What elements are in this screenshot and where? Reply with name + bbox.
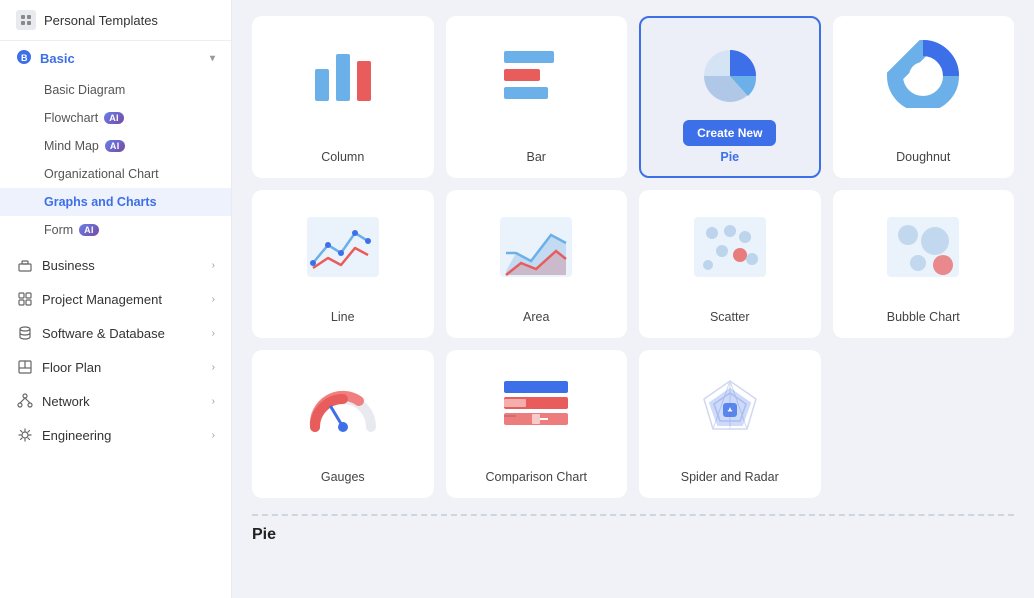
basic-diagram-label: Basic Diagram — [44, 83, 125, 97]
sidebar-item-engineering[interactable]: Engineering › — [0, 418, 231, 452]
chart-card-scatter[interactable]: Scatter — [639, 190, 821, 338]
chart-card-comparison[interactable]: Comparison Chart — [446, 350, 628, 498]
area-label: Area — [523, 310, 549, 324]
org-chart-label: Organizational Chart — [44, 167, 159, 181]
sidebar-item-business[interactable]: Business › — [0, 248, 231, 282]
gauges-label: Gauges — [321, 470, 365, 484]
software-chevron-icon: › — [212, 328, 215, 339]
project-management-label: Project Management — [42, 292, 162, 307]
basic-chevron-icon: ▾ — [210, 53, 215, 64]
form-ai-badge: AI — [79, 224, 99, 236]
chart-card-bar[interactable]: Bar — [446, 16, 628, 178]
sidebar-item-basic[interactable]: B Basic ▾ — [0, 41, 231, 76]
svg-text:B: B — [21, 53, 28, 63]
mind-map-ai-badge: AI — [105, 140, 125, 152]
network-chevron-icon: › — [212, 396, 215, 407]
line-label: Line — [331, 310, 355, 324]
software-database-icon — [16, 324, 34, 342]
gauges-chart-icon — [303, 368, 383, 448]
chart-card-column[interactable]: Column — [252, 16, 434, 178]
flowchart-label: Flowchart — [44, 111, 98, 125]
personal-templates-icon — [16, 10, 36, 30]
project-management-icon — [16, 290, 34, 308]
sidebar-personal-templates[interactable]: Personal Templates — [0, 0, 231, 41]
comparison-chart-icon — [496, 368, 576, 448]
chart-card-pie[interactable]: Create New Pie — [639, 16, 821, 178]
network-icon — [16, 392, 34, 410]
chart-card-doughnut[interactable]: Doughnut — [833, 16, 1015, 178]
area-chart-icon — [496, 208, 576, 288]
sidebar-item-flowchart[interactable]: Flowchart AI — [0, 104, 231, 132]
spider-chart-icon — [690, 368, 770, 448]
sidebar-item-org-chart[interactable]: Organizational Chart — [0, 160, 231, 188]
bar-label: Bar — [527, 150, 546, 164]
chart-grid: Column Bar — [252, 16, 1014, 498]
sidebar-item-graphs-charts[interactable]: Graphs and Charts — [0, 188, 231, 216]
sidebar: Personal Templates B Basic ▾ Basic Diagr… — [0, 0, 232, 598]
graphs-charts-label: Graphs and Charts — [44, 195, 157, 209]
sidebar-item-form[interactable]: Form AI — [0, 216, 231, 244]
scatter-label: Scatter — [710, 310, 750, 324]
project-chevron-icon: › — [212, 294, 215, 305]
chart-card-gauges[interactable]: Gauges — [252, 350, 434, 498]
bubble-label: Bubble Chart — [887, 310, 960, 324]
line-chart-icon — [303, 208, 383, 288]
engineering-icon — [16, 426, 34, 444]
mind-map-label: Mind Map — [44, 139, 99, 153]
chart-card-spider[interactable]: Spider and Radar — [639, 350, 821, 498]
business-chevron-icon: › — [212, 260, 215, 271]
column-chart-icon — [303, 34, 383, 114]
section-label: Pie — [252, 526, 1014, 550]
floor-plan-chevron-icon: › — [212, 362, 215, 373]
pie-chart-icon — [690, 34, 770, 114]
section-divider — [252, 514, 1014, 516]
sidebar-item-network[interactable]: Network › — [0, 384, 231, 418]
sidebar-item-floor-plan[interactable]: Floor Plan › — [0, 350, 231, 384]
business-label: Business — [42, 258, 95, 273]
doughnut-chart-icon — [883, 34, 963, 114]
sidebar-item-software-database[interactable]: Software & Database › — [0, 316, 231, 350]
floor-plan-label: Floor Plan — [42, 360, 101, 375]
form-label: Form — [44, 223, 73, 237]
business-icon — [16, 256, 34, 274]
engineering-label: Engineering — [42, 428, 111, 443]
doughnut-label: Doughnut — [896, 150, 950, 164]
network-label: Network — [42, 394, 90, 409]
basic-sub-items: Basic Diagram Flowchart AI Mind Map AI O… — [0, 76, 231, 248]
spider-label: Spider and Radar — [681, 470, 779, 484]
sidebar-item-basic-diagram[interactable]: Basic Diagram — [0, 76, 231, 104]
bubble-chart-icon — [883, 208, 963, 288]
column-label: Column — [321, 150, 364, 164]
chart-card-line[interactable]: Line — [252, 190, 434, 338]
chart-card-area[interactable]: Area — [446, 190, 628, 338]
software-database-label: Software & Database — [42, 326, 165, 341]
main-content: Column Bar — [232, 0, 1034, 598]
basic-label: Basic — [40, 51, 75, 66]
comparison-label: Comparison Chart — [486, 470, 587, 484]
create-new-button[interactable]: Create New — [683, 120, 776, 146]
floor-plan-icon — [16, 358, 34, 376]
chart-card-bubble[interactable]: Bubble Chart — [833, 190, 1015, 338]
personal-templates-label: Personal Templates — [44, 13, 158, 28]
engineering-chevron-icon: › — [212, 430, 215, 441]
bar-chart-icon — [496, 34, 576, 114]
flowchart-ai-badge: AI — [104, 112, 124, 124]
scatter-chart-icon — [690, 208, 770, 288]
basic-icon: B — [16, 49, 32, 68]
sidebar-item-project-management[interactable]: Project Management › — [0, 282, 231, 316]
pie-label: Pie — [720, 150, 739, 164]
sidebar-item-mind-map[interactable]: Mind Map AI — [0, 132, 231, 160]
